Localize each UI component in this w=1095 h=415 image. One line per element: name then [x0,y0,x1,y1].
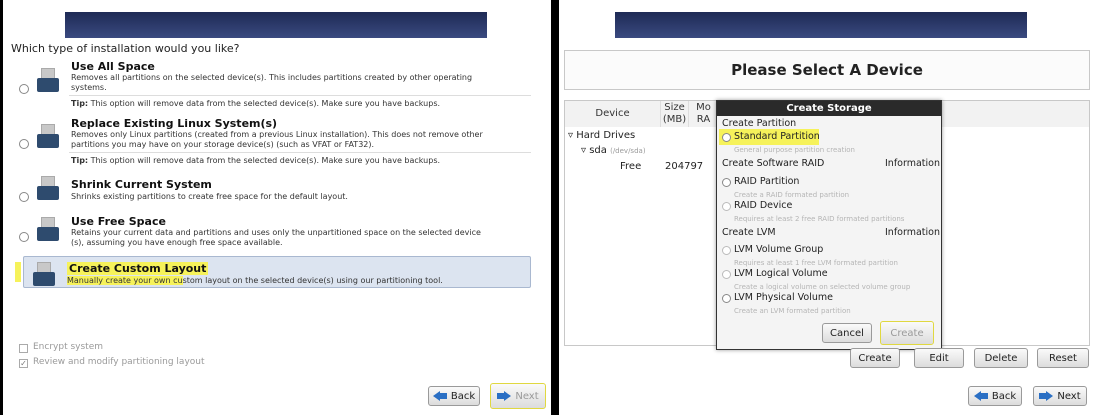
divider [69,152,531,153]
lvm-logical-volume-radio[interactable] [722,270,731,279]
option-desc: Retains your current data and partitions… [71,228,481,247]
disk-icon [37,68,63,94]
column-size[interactable]: Size (MB) [661,101,689,127]
lvm-volume-group-label[interactable]: LVM Volume Group [734,244,823,255]
dialog-cancel-button[interactable]: Cancel [822,323,872,343]
create-storage-dialog: Create Storage Create Partition Standard… [716,100,942,350]
section-create-lvm: Create LVM [722,227,776,238]
disk-icon [37,217,63,243]
option-title: Replace Existing Linux System(s) [71,117,278,130]
page-title: Please Select A Device [564,50,1090,90]
standard-partition-sub: General purpose partition creation [734,146,855,154]
raid-device-label[interactable]: RAID Device [734,200,792,211]
header-banner [65,12,487,38]
next-button[interactable]: Next [490,383,546,409]
raid-partition-sub: Create a RAID formated partition [734,191,850,199]
edit-button[interactable]: Edit [914,348,964,368]
divider [69,95,531,96]
lvm-physical-volume-label[interactable]: LVM Physical Volume [734,292,833,303]
installation-type-screen: Which type of installation would you lik… [3,0,551,415]
lvm-logical-volume-label[interactable]: LVM Logical Volume [734,268,828,279]
raid-partition-label[interactable]: RAID Partition [734,176,799,187]
raid-partition-radio[interactable] [722,178,731,187]
standard-partition-label[interactable]: Standard Partition [734,131,820,142]
section-software-raid: Create Software RAID [722,158,825,169]
tree-row-hard-drives[interactable]: ▿ Hard Drives [568,130,635,141]
back-button[interactable]: Back [968,386,1022,406]
option-title: Shrink Current System [71,178,212,191]
section-create-partition: Create Partition [722,118,797,129]
use-free-space-radio[interactable] [19,232,29,242]
raid-information-link[interactable]: Information [885,158,940,169]
raid-device-sub: Requires at least 2 free RAID formated p… [734,215,905,223]
dialog-create-button[interactable]: Create [880,321,934,345]
lvm-volume-group-sub: Requires at least 1 free LVM formated pa… [734,259,898,267]
encrypt-label: Encrypt system [33,342,104,352]
use-all-space-radio[interactable] [19,84,29,94]
device-selection-screen: Please Select A Device Device Size (MB) … [559,0,1095,415]
disk-icon [37,176,63,202]
back-arrow-icon [432,391,447,401]
raid-device-radio[interactable] [722,202,731,211]
create-button[interactable]: Create [850,348,900,368]
lvm-physical-volume-radio[interactable] [722,294,731,303]
next-button[interactable]: Next [1033,386,1087,406]
custom-layout-desc: Manually create your own custom layout o… [67,276,443,285]
disk-icon [37,124,63,150]
install-question: Which type of installation would you lik… [11,42,240,55]
column-mount[interactable]: Mo RA [689,101,719,127]
replace-linux-radio[interactable] [19,139,29,149]
tip: Tip: This option will remove data from t… [71,156,441,165]
lvm-physical-volume-sub: Create an LVM formated partition [734,307,851,315]
free-size: 204797 [665,161,704,172]
option-title: Use All Space [71,60,155,73]
reset-button[interactable]: Reset [1037,348,1089,368]
review-checkbox[interactable]: ✓ [19,359,28,368]
lvm-logical-volume-sub: Create a logical volume on selected volu… [734,283,911,291]
option-desc: Removes all partitions on the selected d… [71,73,473,92]
standard-partition-radio[interactable] [722,133,731,142]
option-desc: Removes only Linux partitions (created f… [71,130,483,149]
next-arrow-icon [497,391,512,401]
disk-icon [33,262,59,288]
back-button[interactable]: Back [428,386,480,406]
tree-row-sda[interactable]: ▿ sda (/dev/sda) [581,145,646,156]
tip: Tip: This option will remove data from t… [71,99,441,108]
delete-button[interactable]: Delete [974,348,1028,368]
column-device[interactable]: Device [565,101,661,127]
expand-arrow-icon: ▿ [568,130,574,141]
lvm-information-link[interactable]: Information [885,227,940,238]
dialog-title: Create Storage [717,101,941,116]
radio-highlight [15,262,21,282]
back-arrow-icon [973,391,988,401]
custom-layout-title: Create Custom Layout [67,262,209,275]
option-title: Use Free Space [71,215,166,228]
expand-arrow-icon: ▿ [581,145,587,156]
tree-row-free[interactable]: Free [620,161,641,172]
shrink-system-radio[interactable] [19,192,29,202]
next-arrow-icon [1039,391,1054,401]
encrypt-checkbox[interactable] [19,344,28,353]
header-banner [615,12,1027,38]
lvm-volume-group-radio[interactable] [722,246,731,255]
review-label: Review and modify partitioning layout [33,357,205,367]
option-desc: Shrinks existing partitions to create fr… [71,192,348,201]
